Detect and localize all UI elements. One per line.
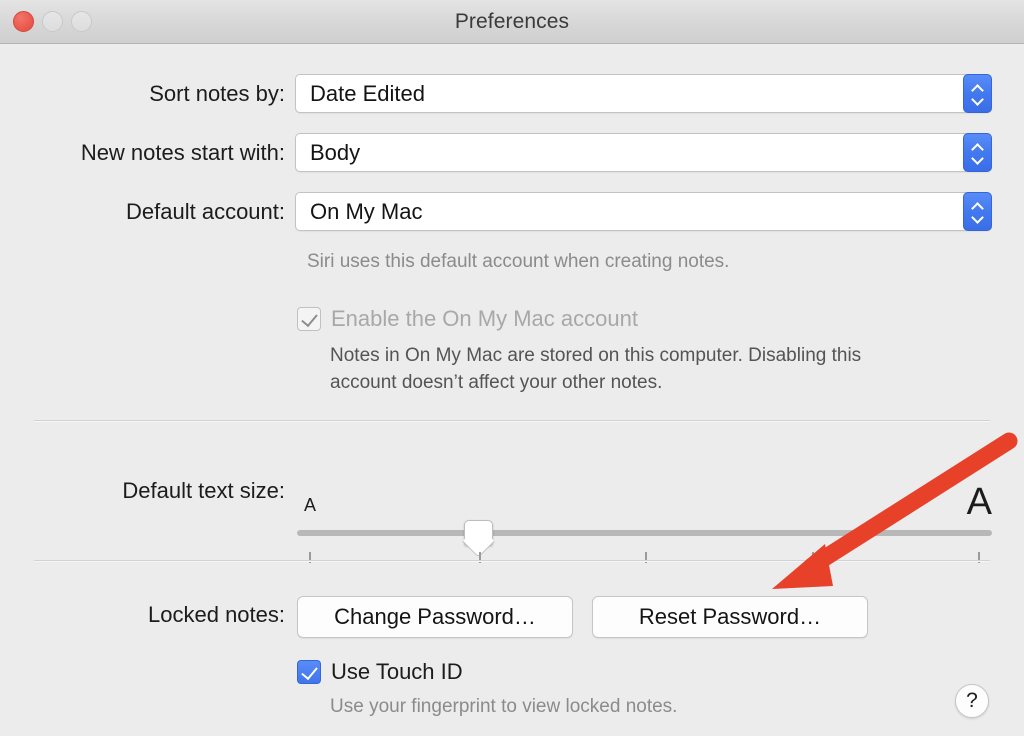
text-size-max-marker: A bbox=[966, 481, 992, 523]
question-mark-icon: ? bbox=[966, 689, 978, 712]
help-button[interactable]: ? bbox=[955, 684, 989, 718]
enable-on-my-mac-description-line2: account doesn’t affect your other notes. bbox=[330, 372, 663, 393]
sort-notes-select[interactable]: Date Edited bbox=[295, 74, 992, 113]
change-password-button[interactable]: Change Password… bbox=[297, 596, 573, 638]
enable-on-my-mac-checkbox-row: Enable the On My Mac account bbox=[297, 306, 638, 332]
sort-notes-row: Sort notes by: Date Edited bbox=[0, 74, 992, 113]
checkmark-icon bbox=[301, 662, 318, 681]
default-account-caption: Siri uses this default account when crea… bbox=[307, 251, 730, 272]
use-touch-id-label: Use Touch ID bbox=[331, 659, 463, 684]
chevron-down-icon bbox=[972, 155, 984, 162]
default-account-label: Default account: bbox=[126, 198, 285, 224]
new-notes-value: Body bbox=[310, 139, 361, 165]
default-account-row: Default account: On My Mac bbox=[0, 192, 992, 231]
default-text-size-label: Default text size: bbox=[122, 478, 285, 503]
chevron-down-icon bbox=[972, 96, 984, 103]
section-divider-bottom bbox=[34, 560, 990, 562]
locked-notes-label: Locked notes: bbox=[148, 602, 285, 627]
use-touch-id-description: Use your fingerprint to view locked note… bbox=[330, 696, 678, 717]
default-account-value: On My Mac bbox=[310, 198, 423, 224]
chevron-up-icon bbox=[972, 203, 984, 210]
sort-notes-value: Date Edited bbox=[310, 80, 425, 106]
use-touch-id-checkbox[interactable] bbox=[297, 660, 321, 684]
slider-track[interactable] bbox=[297, 530, 992, 536]
section-divider-top bbox=[34, 420, 990, 422]
window-title: Preferences bbox=[454, 10, 570, 33]
stepper-arrows-icon[interactable] bbox=[963, 192, 992, 231]
default-text-size-slider[interactable]: A A bbox=[297, 444, 992, 564]
slider-thumb[interactable] bbox=[463, 520, 493, 546]
text-size-min-marker: A bbox=[304, 495, 317, 515]
chevron-down-icon bbox=[972, 214, 984, 221]
sort-notes-label: Sort notes by: bbox=[149, 80, 285, 106]
use-touch-id-checkbox-row[interactable]: Use Touch ID bbox=[297, 659, 463, 685]
default-account-select[interactable]: On My Mac bbox=[295, 192, 992, 231]
checkmark-icon bbox=[301, 309, 318, 328]
preferences-window: Preferences Sort notes by: Date Edited N… bbox=[0, 0, 1024, 736]
stepper-arrows-icon[interactable] bbox=[963, 74, 992, 113]
enable-on-my-mac-description-line1: Notes in On My Mac are stored on this co… bbox=[330, 345, 862, 366]
reset-password-button[interactable]: Reset Password… bbox=[592, 596, 868, 638]
enable-on-my-mac-description: Notes in On My Mac are stored on this co… bbox=[330, 342, 980, 396]
enable-on-my-mac-label: Enable the On My Mac account bbox=[331, 306, 638, 331]
enable-on-my-mac-checkbox bbox=[297, 307, 321, 331]
new-notes-label: New notes start with: bbox=[80, 139, 285, 165]
stepper-arrows-icon[interactable] bbox=[963, 133, 992, 172]
chevron-up-icon bbox=[972, 144, 984, 151]
chevron-up-icon bbox=[972, 85, 984, 92]
preferences-content: Sort notes by: Date Edited New notes sta… bbox=[0, 44, 1024, 736]
new-notes-row: New notes start with: Body bbox=[0, 133, 992, 172]
new-notes-select[interactable]: Body bbox=[295, 133, 992, 172]
window-titlebar: Preferences bbox=[0, 0, 1024, 44]
